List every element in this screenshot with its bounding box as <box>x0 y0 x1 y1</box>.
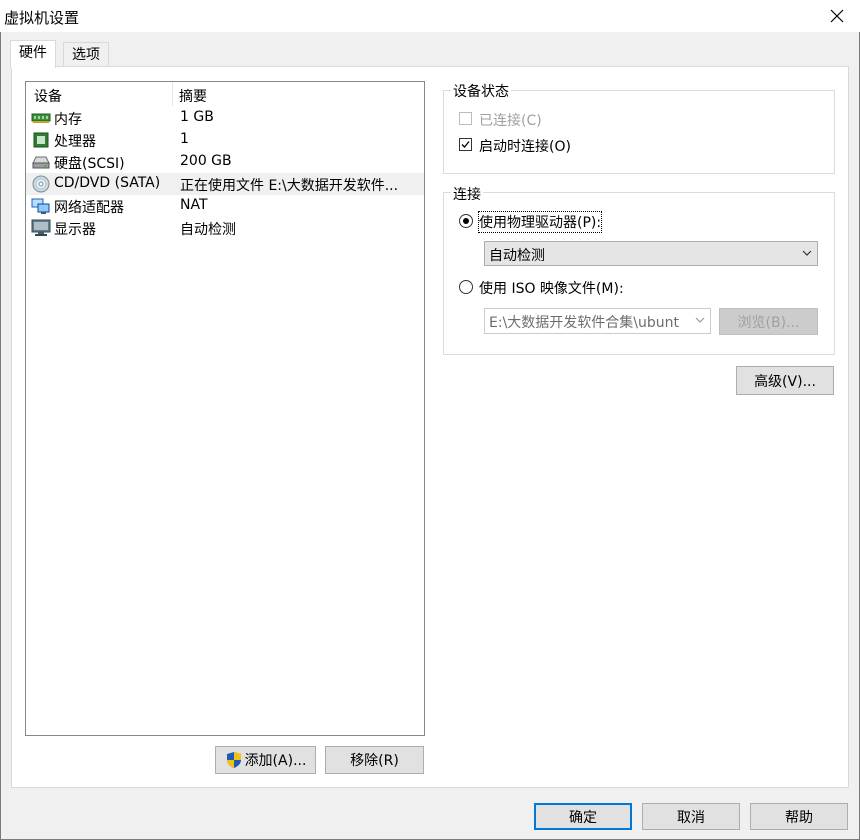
device-name: CD/DVD (SATA) <box>54 175 161 191</box>
tab-options[interactable]: 选项 <box>63 42 109 67</box>
device-summary: 自动检测 <box>180 222 236 238</box>
device-row-display[interactable]: 显示器 自动检测 <box>26 217 424 239</box>
device-row-network-adapter[interactable]: 网络适配器 NAT <box>26 195 424 217</box>
chevron-down-icon <box>694 314 706 326</box>
device-summary: 1 <box>180 131 189 147</box>
device-name: 网络适配器 <box>54 200 124 216</box>
tab-options-label: 选项 <box>72 47 100 63</box>
advanced-label: 高级(V)... <box>754 373 816 390</box>
connect-on-power-on-checkbox[interactable] <box>459 138 472 151</box>
device-summary: 正在使用文件 E:\大数据开发软件... <box>180 178 399 194</box>
device-status-title: 设备状态 <box>451 81 511 101</box>
shield-icon <box>225 751 243 769</box>
device-row-cd-dvd[interactable]: CD/DVD (SATA) 正在使用文件 E:\大数据开发软件... <box>26 173 424 195</box>
browse-button[interactable]: 浏览(B)... <box>719 308 818 335</box>
chevron-down-icon <box>801 247 813 259</box>
column-header-device[interactable]: 设备 <box>34 86 62 106</box>
memory-icon <box>31 109 51 127</box>
processor-icon <box>31 131 51 149</box>
device-name: 显示器 <box>54 222 96 238</box>
advanced-button[interactable]: 高级(V)... <box>736 366 834 395</box>
browse-label: 浏览(B)... <box>737 314 800 331</box>
device-row-processor[interactable]: 处理器 1 <box>26 129 424 151</box>
device-summary: NAT <box>180 197 208 213</box>
physical-drive-value: 自动检测 <box>489 248 545 264</box>
ok-label: 确定 <box>569 809 597 826</box>
add-device-label: 添加(A)... <box>244 753 307 769</box>
device-summary: 1 GB <box>180 109 214 125</box>
radio-selected-dot <box>463 218 469 224</box>
window-title: 虚拟机设置 <box>4 9 80 27</box>
device-name: 硬盘(SCSI) <box>54 156 125 172</box>
help-button[interactable]: 帮助 <box>750 803 848 830</box>
physical-drive-radio[interactable] <box>459 214 473 228</box>
iso-path-value: E:\大数据开发软件合集\ubunt <box>489 315 679 331</box>
connected-checkbox[interactable] <box>459 112 472 125</box>
column-divider[interactable] <box>172 82 173 106</box>
iso-path-select[interactable]: E:\大数据开发软件合集\ubunt <box>484 308 711 334</box>
ok-button[interactable]: 确定 <box>534 803 632 830</box>
tab-hardware[interactable]: 硬件 <box>10 40 56 68</box>
device-summary: 200 GB <box>180 153 232 169</box>
tab-hardware-label: 硬件 <box>19 45 47 61</box>
device-name: 处理器 <box>54 134 96 150</box>
remove-device-button[interactable]: 移除(R) <box>325 746 424 774</box>
network-adapter-icon <box>31 197 51 215</box>
help-label: 帮助 <box>785 809 813 826</box>
checkmark-icon <box>461 141 470 148</box>
title-bar[interactable]: 虚拟机设置 <box>0 0 860 32</box>
connect-on-power-on-label: 启动时连接(O) <box>479 139 571 155</box>
close-icon[interactable] <box>814 0 860 32</box>
device-list[interactable]: 设备 摘要 内存 1 GB 处理器 1 硬盘(SCSI) 200 GB CD/D… <box>25 81 425 736</box>
remove-device-label: 移除(R) <box>350 753 399 769</box>
iso-image-radio[interactable] <box>459 280 473 294</box>
hard-disk-icon <box>31 153 51 171</box>
device-row-memory[interactable]: 内存 1 GB <box>26 107 424 129</box>
cancel-label: 取消 <box>677 809 705 826</box>
column-header-summary[interactable]: 摘要 <box>179 86 207 106</box>
device-row-hard-disk[interactable]: 硬盘(SCSI) 200 GB <box>26 151 424 173</box>
add-device-button[interactable]: 添加(A)... <box>215 746 316 774</box>
list-header: 设备 摘要 <box>26 82 424 106</box>
physical-drive-select[interactable]: 自动检测 <box>484 241 818 266</box>
device-status-group <box>443 90 835 174</box>
display-icon <box>31 219 51 237</box>
connected-label: 已连接(C) <box>479 113 542 129</box>
connection-title: 连接 <box>451 184 483 204</box>
cd-dvd-icon <box>31 175 51 193</box>
iso-image-label: 使用 ISO 映像文件(M): <box>479 281 624 297</box>
device-name: 内存 <box>54 112 82 128</box>
cancel-button[interactable]: 取消 <box>642 803 740 830</box>
physical-drive-label: 使用物理驱动器(P): <box>477 211 603 233</box>
